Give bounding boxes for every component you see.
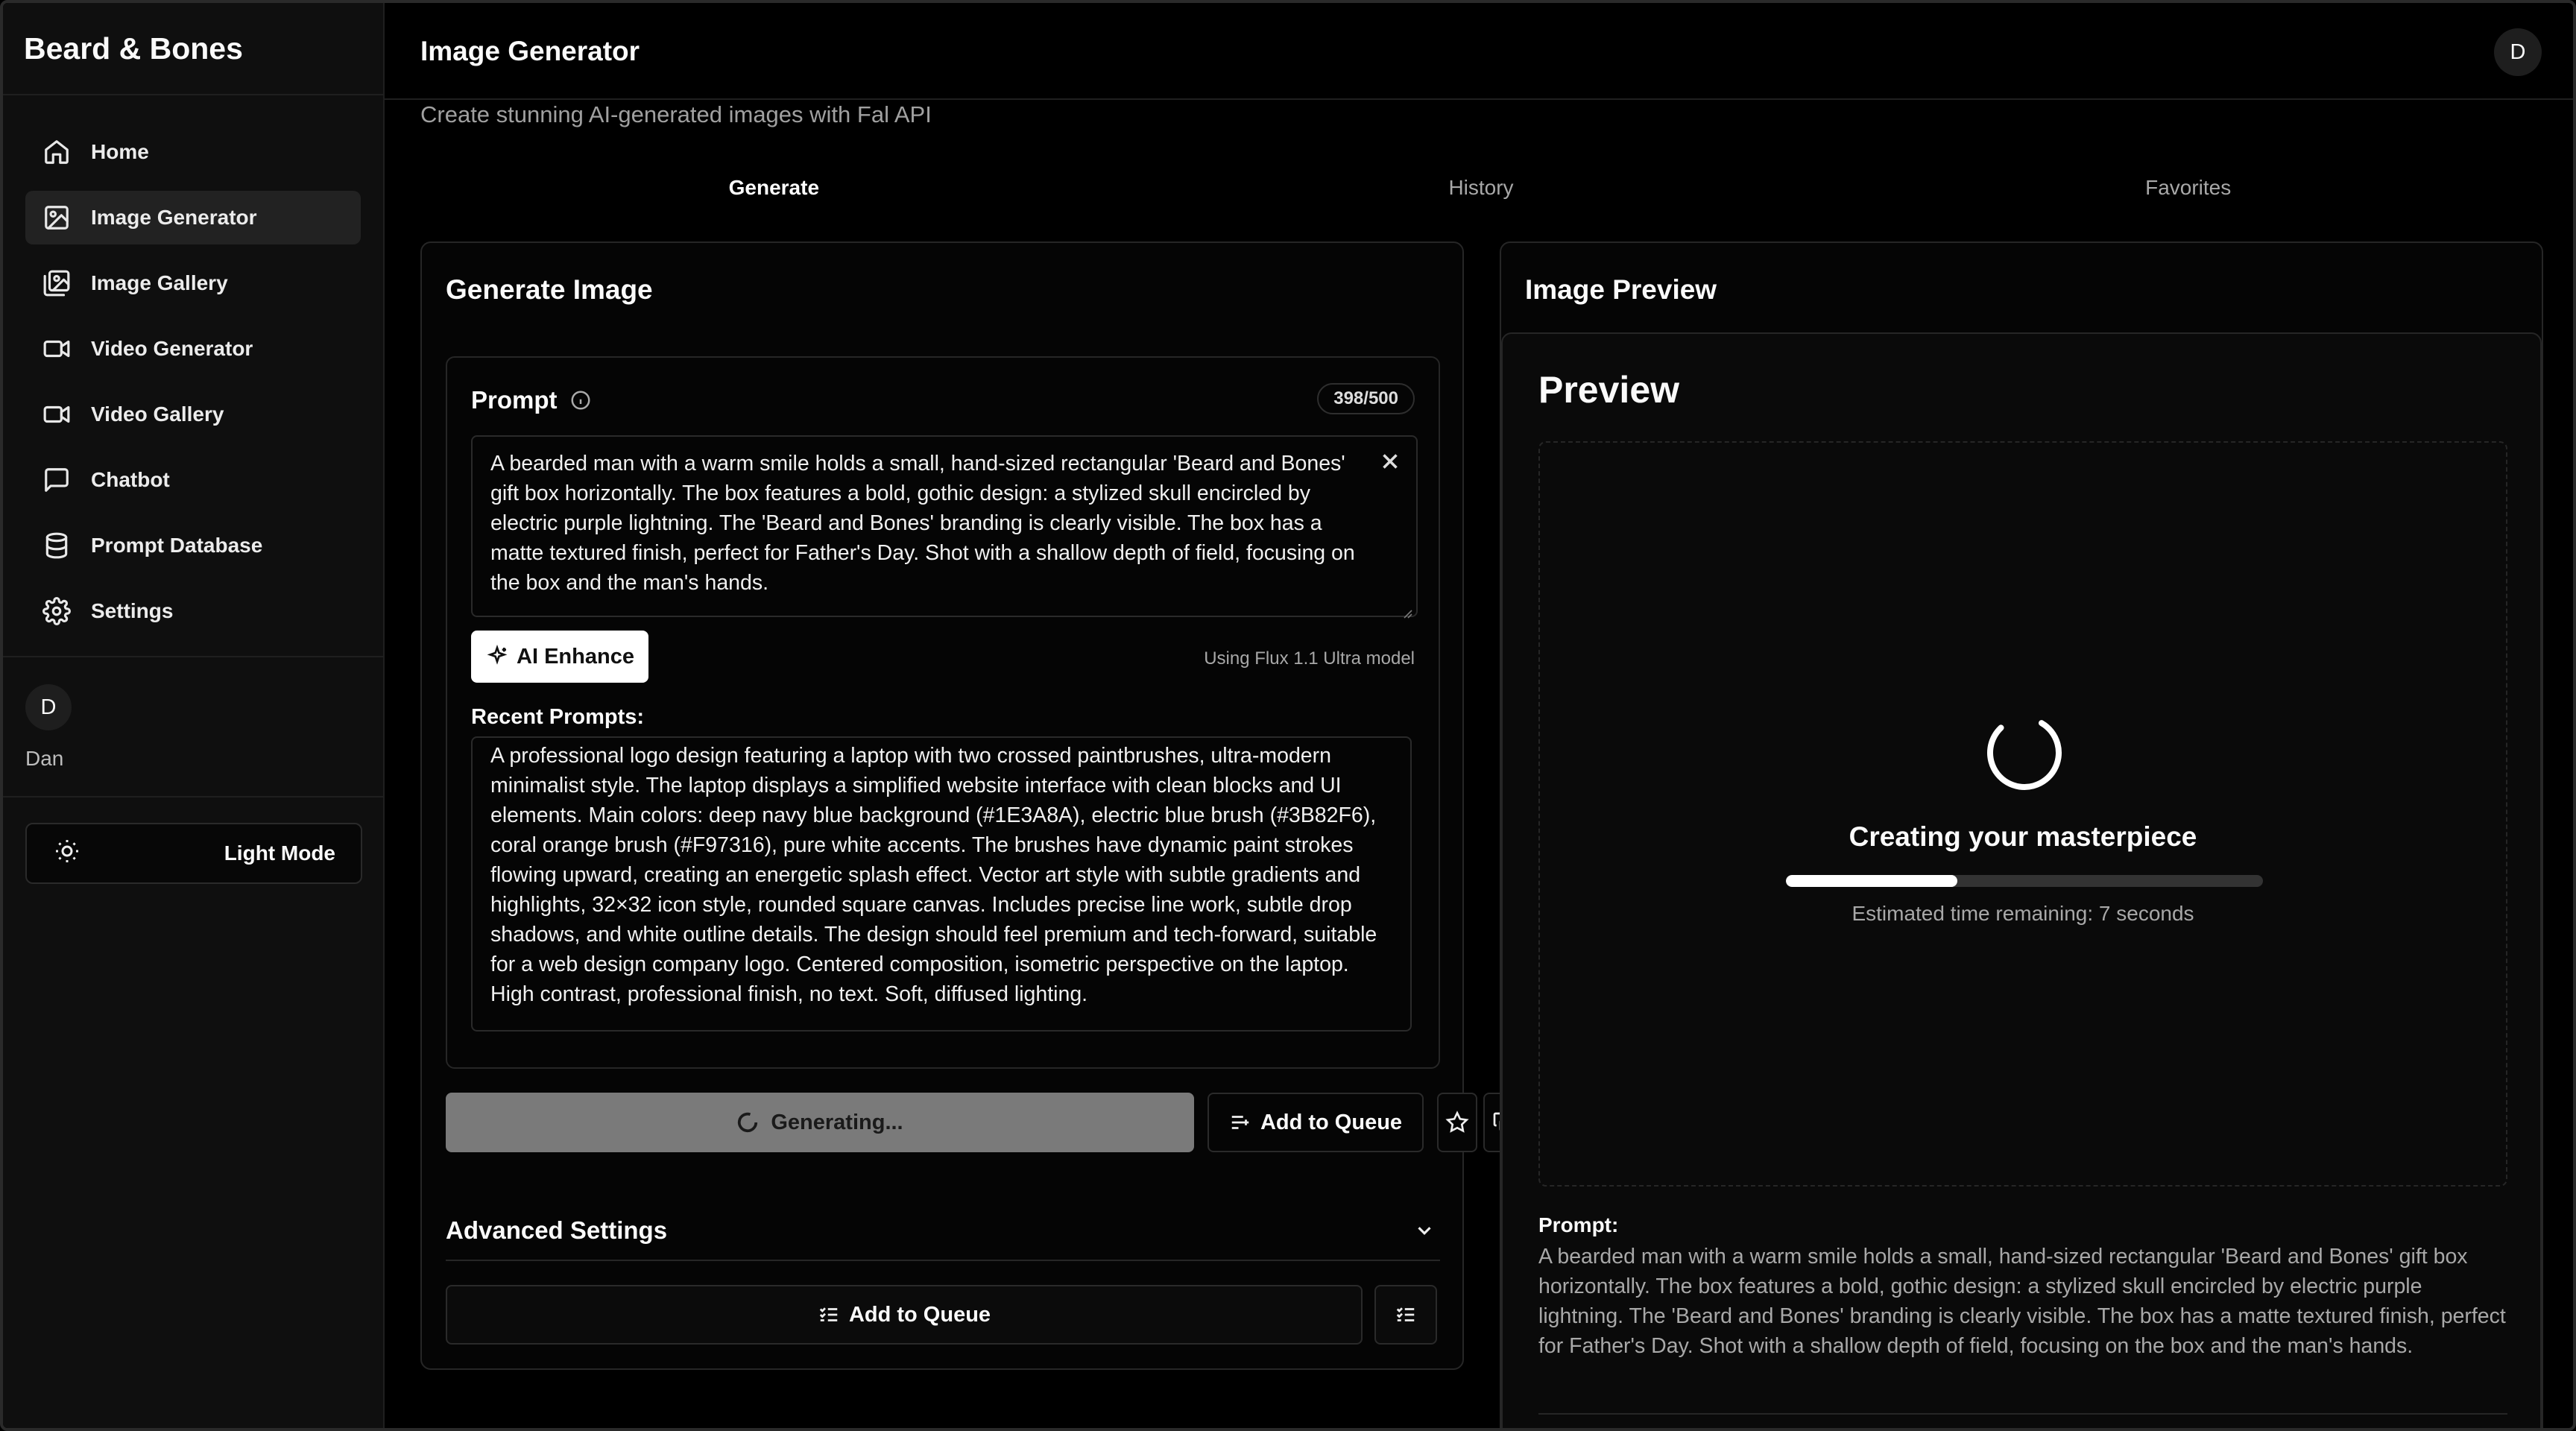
tab-history[interactable]: History: [1128, 161, 1835, 215]
queue-list-button[interactable]: [1374, 1285, 1437, 1345]
tab-generate[interactable]: Generate: [420, 161, 1128, 215]
preview-card: Image Preview Preview Creating your mast…: [1500, 241, 2543, 1428]
sidebar-item-label: Image Gallery: [91, 271, 228, 294]
sidebar-item-video-gallery[interactable]: Video Gallery: [25, 388, 361, 441]
tab-bar: Generate History Favorites: [420, 161, 2542, 215]
database-icon: [42, 531, 72, 560]
generate-button-label: Generating...: [771, 1110, 903, 1134]
time-remaining: Estimated time remaining: 7 seconds: [1852, 902, 2194, 925]
sparkles-icon: [487, 645, 508, 665]
generate-button[interactable]: Generating...: [446, 1093, 1194, 1152]
list-check-icon: [1396, 1307, 1415, 1321]
sidebar-item-label: Video Gallery: [91, 402, 224, 426]
resize-handle-icon[interactable]: [1398, 598, 1413, 619]
sun-icon: [54, 838, 80, 870]
chat-icon: [42, 465, 72, 495]
video-icon: [42, 334, 72, 364]
preview-panel: Preview Creating your masterpiece Estima…: [1501, 332, 2542, 1428]
add-to-queue-label: Add to Queue: [848, 1302, 991, 1327]
sidebar-item-label: Prompt Database: [91, 534, 263, 557]
favorite-button[interactable]: [1437, 1093, 1477, 1152]
prompt-label-text: Prompt: [471, 386, 558, 414]
prompt-label: Prompt: [471, 386, 592, 414]
avatar[interactable]: D: [2494, 28, 2542, 76]
page-title: Image Generator: [420, 36, 640, 66]
brand-logo[interactable]: Beard & Bones: [3, 3, 383, 95]
gear-icon: [42, 596, 72, 626]
info-icon[interactable]: [569, 389, 592, 411]
ai-enhance-label: AI Enhance: [517, 644, 634, 669]
sidebar-item-chatbot[interactable]: Chatbot: [25, 453, 361, 507]
recent-prompt-text: A professional logo design featuring a l…: [490, 744, 1377, 1006]
generation-status: Creating your masterpiece: [1849, 821, 2197, 852]
theme-toggle-label: Light Mode: [224, 841, 335, 865]
image-icon: [42, 203, 72, 233]
chevron-down-icon: [1418, 1227, 1431, 1235]
character-counter: 398/500: [1317, 383, 1415, 414]
sidebar-item-prompt-database[interactable]: Prompt Database: [25, 519, 361, 572]
sidebar-item-image-generator[interactable]: Image Generator: [25, 191, 361, 244]
list-check-icon: [819, 1307, 838, 1321]
theme-toggle-button[interactable]: Light Mode: [25, 823, 362, 884]
sidebar-item-label: Video Generator: [91, 337, 253, 360]
sidebar-item-label: Image Generator: [91, 206, 257, 229]
sidebar-nav: Home Image Generator Image Gallery Video…: [3, 95, 383, 638]
avatar[interactable]: D: [25, 684, 72, 730]
main-content: Image Generator D Create stunning AI-gen…: [385, 3, 2573, 1428]
preview-image-area: Creating your masterpiece Estimated time…: [1538, 441, 2507, 1187]
add-to-queue-label: Add to Queue: [1260, 1110, 1403, 1134]
gallery-icon: [42, 268, 72, 298]
video-icon: [42, 399, 72, 429]
card-title: Generate Image: [446, 274, 653, 305]
home-icon: [42, 137, 72, 167]
star-icon: [1445, 1111, 1469, 1133]
sidebar: Beard & Bones Home Image Generator Image…: [3, 3, 385, 1428]
advanced-settings-toggle[interactable]: Advanced Settings: [446, 1201, 1440, 1261]
user-block: D Dan: [3, 656, 385, 797]
generate-card: Generate Image Prompt 398/500 A bearded …: [420, 241, 1524, 1370]
sidebar-item-label: Chatbot: [91, 468, 170, 491]
ai-enhance-button[interactable]: AI Enhance: [471, 631, 648, 683]
model-note: Using Flux 1.1 Ultra model: [1204, 648, 1415, 669]
add-to-queue-button[interactable]: Add to Queue: [1208, 1093, 1424, 1152]
recent-prompts-label: Recent Prompts:: [471, 705, 645, 729]
loader-icon: [1983, 711, 2066, 795]
page-subtitle: Create stunning AI-generated images with…: [420, 101, 932, 127]
loader-icon: [738, 1112, 758, 1133]
preview-prompt-label: Prompt:: [1538, 1213, 1619, 1236]
list-plus-icon: [1231, 1116, 1249, 1129]
prompt-section: Prompt 398/500 A bearded man with a warm…: [446, 356, 1440, 1069]
sidebar-item-image-gallery[interactable]: Image Gallery: [25, 256, 361, 310]
preview-heading: Preview: [1538, 369, 1680, 411]
progress-bar: [1786, 875, 2263, 887]
advanced-settings-label: Advanced Settings: [446, 1216, 668, 1244]
preview-prompt-text: A bearded man with a warm smile holds a …: [1538, 1245, 2506, 1358]
progress-fill: [1786, 875, 1958, 887]
sidebar-item-settings[interactable]: Settings: [25, 584, 361, 638]
sidebar-item-label: Home: [91, 140, 149, 163]
sidebar-item-label: Settings: [91, 599, 174, 622]
theme-section: Light Mode: [3, 796, 385, 909]
add-to-queue-button-secondary[interactable]: Add to Queue: [446, 1285, 1363, 1345]
sidebar-item-video-generator[interactable]: Video Generator: [25, 322, 361, 376]
prompt-textarea[interactable]: A bearded man with a warm smile holds a …: [471, 435, 1418, 619]
user-name: Dan: [25, 747, 64, 770]
tab-favorites[interactable]: Favorites: [1834, 161, 2542, 215]
app-window: Beard & Bones Home Image Generator Image…: [0, 0, 2576, 1431]
recent-prompt-item[interactable]: A professional logo design featuring a l…: [471, 736, 1412, 1032]
prompt-textarea-value: A bearded man with a warm smile holds a …: [490, 452, 1355, 595]
card-title: Image Preview: [1525, 274, 1717, 305]
top-bar: Image Generator D: [385, 3, 2573, 100]
divider: [1538, 1413, 2507, 1415]
sidebar-item-home[interactable]: Home: [25, 125, 361, 179]
close-icon[interactable]: [1377, 449, 1403, 474]
